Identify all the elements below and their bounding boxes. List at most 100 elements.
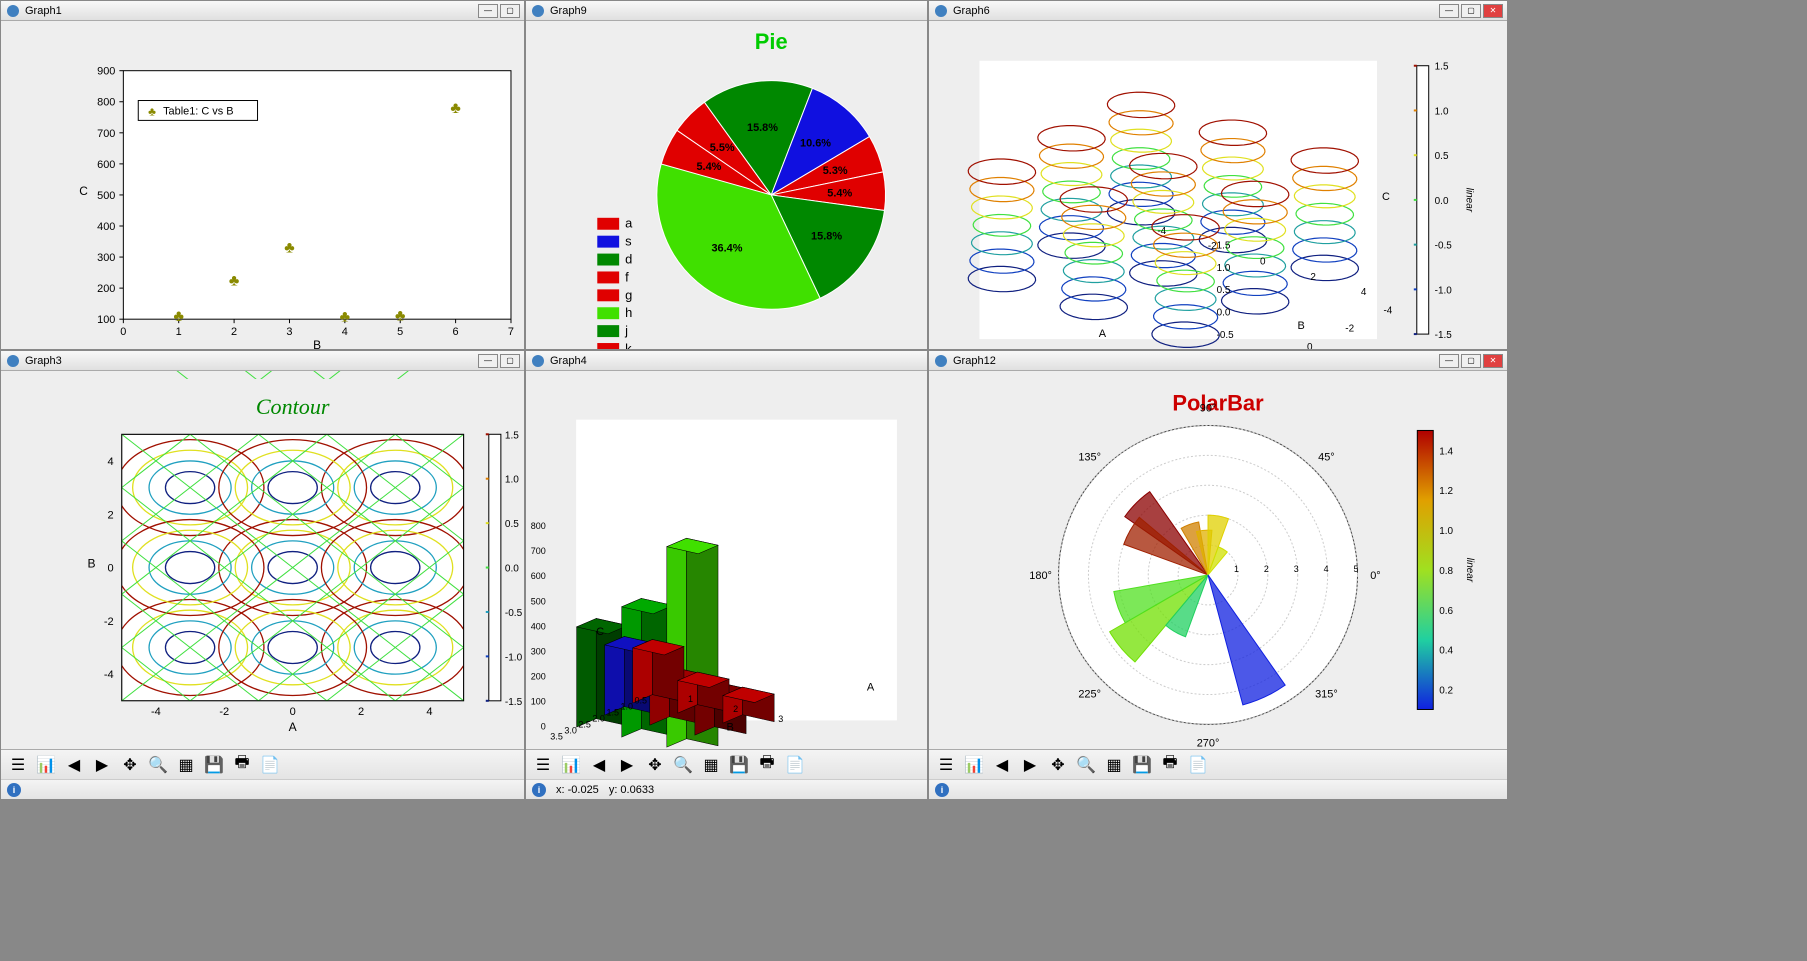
svg-text:j: j: [624, 323, 628, 338]
subplot-icon[interactable]: ▦: [700, 754, 722, 776]
svg-text:1.4: 1.4: [1439, 446, 1453, 457]
plot-graph9[interactable]: Pie5.4%5.5%15.8%10.6%5.3%5.4%15.8%36.4%a…: [526, 21, 927, 349]
move-icon[interactable]: ✥: [644, 754, 666, 776]
minimize-button[interactable]: —: [1439, 354, 1459, 368]
minimize-button[interactable]: —: [478, 4, 498, 18]
svg-text:180°: 180°: [1029, 570, 1052, 582]
svg-text:500: 500: [531, 596, 546, 606]
svg-text:h: h: [625, 305, 632, 320]
svg-text:0: 0: [541, 722, 546, 732]
svg-text:0.5: 0.5: [1217, 285, 1231, 296]
maximize-button[interactable]: ▢: [500, 354, 520, 368]
zoom-icon[interactable]: 🔍: [672, 754, 694, 776]
svg-text:5.4%: 5.4%: [827, 188, 852, 200]
plot-graph6[interactable]: -4-2024-4-2024-1.5-1.0-0.50.00.51.01.5AB…: [929, 21, 1507, 349]
close-button[interactable]: ✕: [1483, 4, 1503, 18]
info-icon[interactable]: i: [7, 783, 21, 797]
forward-icon[interactable]: ▶: [616, 754, 638, 776]
svg-text:1.0: 1.0: [1435, 106, 1449, 117]
coord-y: y: 0.0633: [609, 784, 654, 796]
svg-text:0.0: 0.0: [1217, 308, 1231, 319]
minimize-button[interactable]: —: [1439, 4, 1459, 18]
copy-icon[interactable]: 📄: [259, 754, 281, 776]
svg-text:200: 200: [531, 671, 546, 681]
svg-text:-0.5: -0.5: [505, 608, 523, 619]
titlebar-graph3[interactable]: Graph3 — ▢: [1, 351, 524, 371]
svg-text:36.4%: 36.4%: [711, 242, 742, 254]
maximize-button[interactable]: ▢: [1461, 354, 1481, 368]
panel-graph4: Graph4 01002003004005006007008000.51.01.…: [525, 350, 928, 800]
back-icon[interactable]: ◀: [991, 754, 1013, 776]
menu-icon[interactable]: ☰: [7, 754, 29, 776]
title-text: Graph4: [550, 355, 587, 367]
close-button[interactable]: ✕: [1483, 354, 1503, 368]
svg-text:100: 100: [97, 314, 115, 326]
menu-icon[interactable]: ☰: [935, 754, 957, 776]
plot-graph1[interactable]: 01234567100200300400500600700800900BC♣♣♣…: [1, 21, 524, 349]
svg-text:1.5: 1.5: [505, 430, 519, 441]
svg-text:700: 700: [531, 546, 546, 556]
svg-text:2: 2: [358, 706, 364, 718]
svg-text:900: 900: [97, 66, 115, 78]
plot-graph3[interactable]: ContourContour-4-2024-4-2024AB-1.5-1.0-0…: [1, 371, 524, 749]
zoom-icon[interactable]: 🔍: [147, 754, 169, 776]
title-text: Graph3: [25, 355, 62, 367]
titlebar-graph6[interactable]: Graph6 — ▢ ✕: [929, 1, 1507, 21]
copy-icon[interactable]: 📄: [1187, 754, 1209, 776]
svg-text:270°: 270°: [1197, 737, 1220, 749]
chart-icon[interactable]: 📊: [963, 754, 985, 776]
svg-text:0: 0: [290, 706, 296, 718]
plot-graph12[interactable]: PolarBar123450°45°90°135°180°225°270°315…: [929, 371, 1507, 749]
save-icon[interactable]: 💾: [1131, 754, 1153, 776]
svg-text:135°: 135°: [1078, 452, 1101, 464]
svg-text:400: 400: [97, 221, 115, 233]
status-graph12: i: [929, 779, 1507, 799]
save-icon[interactable]: 💾: [203, 754, 225, 776]
titlebar-graph1[interactable]: Graph1 — ▢: [1, 1, 524, 21]
svg-text:200: 200: [97, 283, 115, 295]
info-icon[interactable]: i: [935, 783, 949, 797]
plot-graph4[interactable]: 01002003004005006007008000.51.01.52.02.5…: [526, 371, 927, 749]
svg-text:4: 4: [426, 706, 432, 718]
svg-text:7: 7: [508, 326, 514, 338]
svg-text:-4: -4: [151, 706, 161, 718]
subplot-icon[interactable]: ▦: [1103, 754, 1125, 776]
svg-text:linear: linear: [1463, 188, 1474, 213]
toolbar-graph4: ☰ 📊 ◀ ▶ ✥ 🔍 ▦ 💾 🖶 📄: [526, 749, 927, 779]
svg-text:15.8%: 15.8%: [747, 122, 778, 134]
maximize-button[interactable]: ▢: [1461, 4, 1481, 18]
svg-text:10.6%: 10.6%: [800, 138, 831, 150]
svg-text:0.0: 0.0: [505, 564, 519, 575]
svg-text:4: 4: [342, 326, 348, 338]
svg-text:100: 100: [531, 697, 546, 707]
chart-icon[interactable]: 📊: [560, 754, 582, 776]
svg-text:f: f: [625, 269, 629, 284]
panel-graph9: Graph9 Pie5.4%5.5%15.8%10.6%5.3%5.4%15.8…: [525, 0, 928, 350]
save-icon[interactable]: 💾: [728, 754, 750, 776]
copy-icon[interactable]: 📄: [784, 754, 806, 776]
print-icon[interactable]: 🖶: [231, 754, 253, 776]
svg-text:2: 2: [733, 704, 738, 714]
move-icon[interactable]: ✥: [119, 754, 141, 776]
titlebar-graph4[interactable]: Graph4: [526, 351, 927, 371]
print-icon[interactable]: 🖶: [1159, 754, 1181, 776]
svg-text:C: C: [596, 626, 604, 638]
menu-icon[interactable]: ☰: [532, 754, 554, 776]
back-icon[interactable]: ◀: [588, 754, 610, 776]
forward-icon[interactable]: ▶: [91, 754, 113, 776]
zoom-icon[interactable]: 🔍: [1075, 754, 1097, 776]
subplot-icon[interactable]: ▦: [175, 754, 197, 776]
titlebar-graph9[interactable]: Graph9: [526, 1, 927, 21]
forward-icon[interactable]: ▶: [1019, 754, 1041, 776]
move-icon[interactable]: ✥: [1047, 754, 1069, 776]
status-graph4: i x: -0.025 y: 0.0633: [526, 779, 927, 799]
back-icon[interactable]: ◀: [63, 754, 85, 776]
print-icon[interactable]: 🖶: [756, 754, 778, 776]
titlebar-graph12[interactable]: Graph12 — ▢ ✕: [929, 351, 1507, 371]
app-icon: [5, 3, 21, 19]
svg-text:1.5: 1.5: [606, 707, 619, 717]
chart-icon[interactable]: 📊: [35, 754, 57, 776]
maximize-button[interactable]: ▢: [500, 4, 520, 18]
minimize-button[interactable]: —: [478, 354, 498, 368]
info-icon[interactable]: i: [532, 783, 546, 797]
